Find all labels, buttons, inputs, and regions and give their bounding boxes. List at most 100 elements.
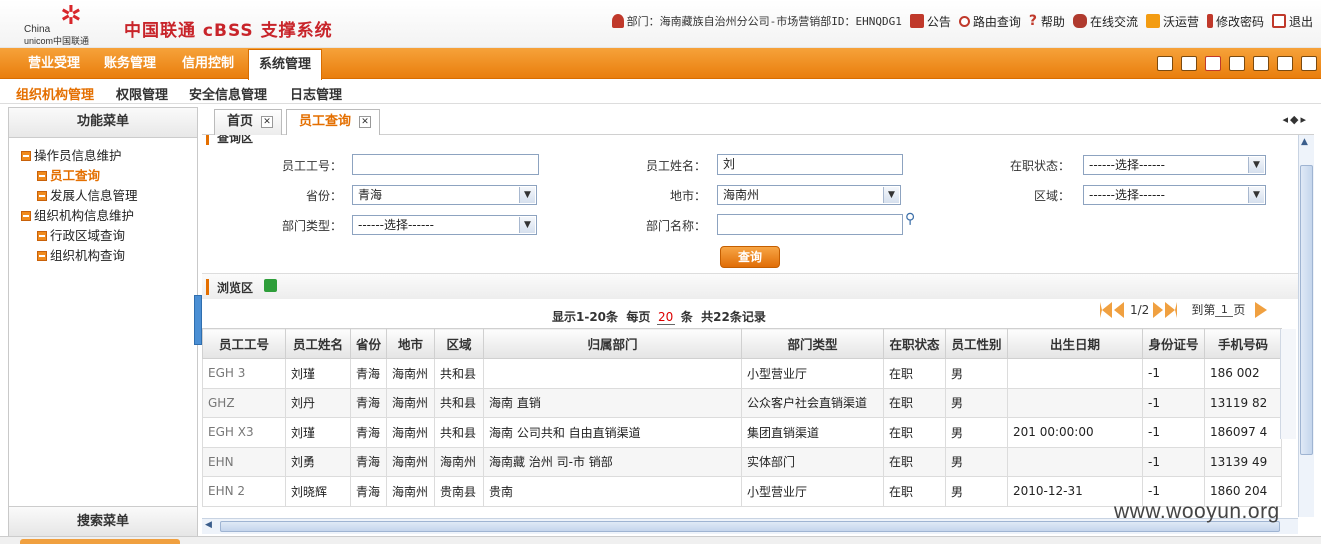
link-help[interactable]: ? 帮助 (1029, 13, 1065, 30)
table-cell: -1 (1142, 387, 1205, 418)
col-dept-type[interactable]: 部门类型 (741, 328, 884, 359)
tree-node-employee-query[interactable]: 员工查询 (21, 166, 197, 186)
close-icon[interactable]: ✕ (261, 116, 273, 128)
nav-credit[interactable]: 信用控制 (182, 48, 234, 79)
tab-bar: 首页 ✕ 员工查询 ✕ ◂◆▸ (202, 107, 1314, 137)
col-phone[interactable]: 手机号码 (1204, 328, 1282, 359)
screen-tool-icon[interactable] (1301, 56, 1317, 71)
city-select[interactable]: 海南州 ▼ (717, 185, 901, 205)
tab-home-label: 首页 (227, 114, 254, 129)
search-icon[interactable]: ⚲ (905, 211, 915, 227)
province-select[interactable]: 青海 ▼ (352, 185, 537, 205)
tab-scroll-arrows[interactable]: ◂◆▸ (1282, 113, 1308, 126)
export-icon[interactable] (264, 279, 277, 292)
tree-node-developer-info[interactable]: 发展人信息管理 (21, 186, 197, 206)
collapse-icon (21, 211, 31, 221)
col-area[interactable]: 区域 (434, 328, 484, 359)
prev-page-icon[interactable] (1114, 301, 1124, 318)
table-row[interactable]: GHZ 刘丹 青海 海南州 共和县 海南 直销 公众客户社会直销渠道 在职 男 … (202, 387, 1282, 418)
table-cell: 186 002 (1204, 358, 1282, 389)
link-online-chat[interactable]: 在线交流 (1072, 13, 1138, 30)
col-city[interactable]: 地市 (386, 328, 435, 359)
col-birthdate[interactable]: 出生日期 (1007, 328, 1143, 359)
user-tool-icon[interactable] (1157, 56, 1173, 71)
main-nav: 营业受理 账务管理 信用控制 系统管理 (0, 48, 1321, 80)
area-select[interactable]: ------选择------ ▼ (1083, 185, 1266, 205)
table-cell: 刘晓辉 (285, 476, 351, 507)
link-route-query[interactable]: 路由查询 (958, 13, 1021, 30)
tab-employee-query-label: 员工查询 (299, 114, 352, 129)
tree-node-operator-info[interactable]: 操作员信息维护 (21, 146, 197, 166)
status-select[interactable]: ------选择------ ▼ (1083, 155, 1266, 175)
table-cell: 在职 (883, 387, 946, 418)
go-arrow-icon[interactable] (1255, 301, 1268, 318)
status-label: 在职状态： (1009, 159, 1070, 173)
wo-icon (1145, 14, 1160, 28)
money-tool-icon[interactable] (1181, 56, 1197, 71)
link-logout-label: 退出 (1288, 14, 1313, 29)
col-province[interactable]: 省份 (350, 328, 387, 359)
dept-type-select[interactable]: ------选择------ ▼ (352, 215, 537, 235)
tab-home[interactable]: 首页 ✕ (214, 109, 282, 135)
goto-page-input[interactable]: 1 (1215, 303, 1234, 317)
link-logout[interactable]: 退出 (1271, 13, 1313, 30)
table-cell: 共和县 (434, 387, 484, 418)
panel-collapse-handle[interactable] (194, 295, 202, 345)
city-select-value: 海南州 (723, 188, 760, 202)
monitor-tool-icon[interactable] (1277, 56, 1293, 71)
first-page-icon[interactable] (1100, 301, 1112, 318)
link-announcement[interactable]: 公告 (909, 13, 951, 30)
last-page-icon[interactable] (1165, 301, 1178, 318)
help-icon: ? (1028, 13, 1038, 29)
col-id-card[interactable]: 身份证号 (1142, 328, 1205, 359)
col-gender[interactable]: 员工性别 (945, 328, 1008, 359)
col-emp-id[interactable]: 员工工号 (202, 328, 286, 359)
table-cell: 男 (945, 446, 1008, 477)
tree-node-region-query[interactable]: 行政区域查询 (21, 226, 197, 246)
search-menu-footer[interactable]: 搜索菜单 (9, 506, 197, 536)
link-wo-operate[interactable]: 沃运营 (1145, 13, 1199, 30)
province-label: 省份： (305, 189, 342, 203)
content-vertical-scrollbar[interactable]: ▲ (1298, 135, 1314, 517)
unicom-logo: ✲ China unicom中国联通 (22, 2, 114, 46)
pager-per-page-prefix: 每页 (626, 310, 651, 324)
list-tool-icon[interactable] (1253, 56, 1269, 71)
subnav-log[interactable]: 日志管理 (290, 84, 342, 103)
tab-employee-query[interactable]: 员工查询 ✕ (286, 109, 380, 137)
scrollbar-thumb[interactable] (1300, 165, 1313, 455)
table-cell: 海南州 (386, 417, 435, 448)
link-help-label: 帮助 (1040, 14, 1065, 29)
table-cell: EHN 2 (202, 476, 286, 507)
nav-accounting[interactable]: 账务管理 (104, 48, 156, 79)
emp-id-input[interactable] (352, 154, 539, 175)
main-content: 查询区 员工工号： 员工姓名： 刘 在职状态： ------选择------ ▼ … (202, 135, 1298, 517)
close-icon[interactable]: ✕ (359, 116, 371, 128)
col-status[interactable]: 在职状态 (883, 328, 946, 359)
table-row[interactable]: EHN 刘勇 青海 海南州 海南州 海南藏 治州 司-市 销部 实体部门 在职 … (202, 446, 1282, 477)
scroll-up-icon[interactable]: ▲ (1301, 137, 1308, 147)
calendar-tool-icon[interactable] (1205, 56, 1221, 71)
next-page-icon[interactable] (1153, 301, 1164, 318)
subnav-security[interactable]: 安全信息管理 (189, 84, 267, 103)
table-row[interactable]: EGH 3 刘瑾 青海 海南州 共和县 小型营业厅 在职 男 -1 186 00… (202, 358, 1282, 389)
subnav-permission[interactable]: 权限管理 (116, 84, 168, 103)
window-tool-icon[interactable] (1229, 56, 1245, 71)
col-emp-name[interactable]: 员工姓名 (285, 328, 351, 359)
scroll-left-icon[interactable]: ◀ (205, 520, 212, 530)
dept-type-select-value: ------选择------ (358, 218, 434, 232)
link-change-password[interactable]: 修改密码 (1206, 13, 1264, 30)
emp-name-input[interactable]: 刘 (717, 154, 903, 175)
table-cell: 13119 82 (1204, 387, 1282, 418)
tree-node-org-info[interactable]: 组织机构信息维护 (21, 206, 197, 226)
query-button[interactable]: 查询 (720, 246, 780, 268)
key-icon (1206, 14, 1213, 28)
tree-node-org-query[interactable]: 组织机构查询 (21, 246, 197, 266)
subnav-org[interactable]: 组织机构管理 (16, 84, 94, 103)
table-row[interactable]: EGH X3 刘瑾 青海 海南州 共和县 海南 公司共和 自由直销渠道 集团直销… (202, 417, 1282, 448)
nav-system[interactable]: 系统管理 (248, 49, 323, 80)
nav-business[interactable]: 营业受理 (28, 48, 80, 79)
table-vertical-scrollbar[interactable] (1280, 329, 1296, 439)
per-page-input[interactable]: 20 (656, 310, 675, 325)
col-dept[interactable]: 归属部门 (483, 328, 742, 359)
dept-name-input[interactable] (717, 214, 903, 235)
